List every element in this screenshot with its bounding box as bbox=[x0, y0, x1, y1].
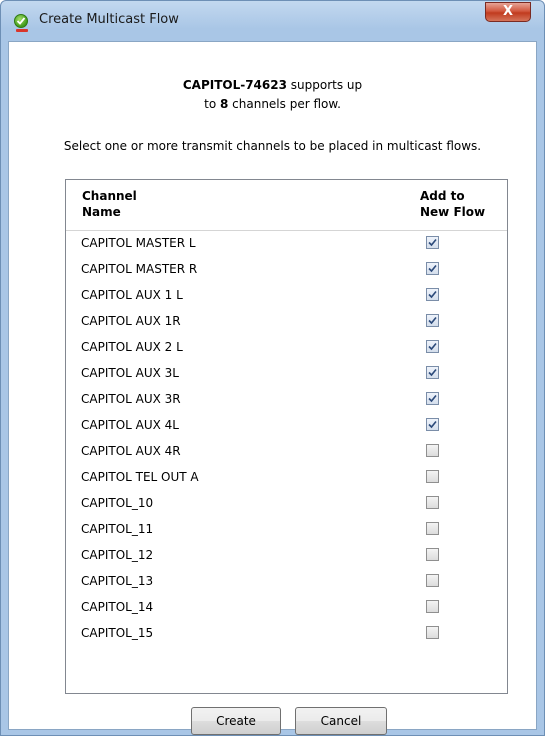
channel-name: CAPITOL AUX 4R bbox=[81, 444, 181, 458]
table-row[interactable]: CAPITOL MASTER R bbox=[66, 257, 507, 283]
table-row[interactable]: CAPITOL AUX 3L bbox=[66, 361, 507, 387]
add-to-flow-checkbox[interactable] bbox=[426, 600, 439, 613]
header-line: Channel bbox=[82, 189, 137, 203]
window-title: Create Multicast Flow bbox=[39, 12, 179, 27]
channel-name: CAPITOL MASTER L bbox=[81, 236, 196, 250]
channel-name: CAPITOL AUX 2 L bbox=[81, 340, 183, 354]
header-line: Add to bbox=[420, 189, 465, 203]
add-to-flow-checkbox[interactable] bbox=[426, 470, 439, 483]
add-to-flow-checkbox[interactable] bbox=[426, 574, 439, 587]
add-to-flow-checkbox[interactable] bbox=[426, 236, 439, 249]
checkmark-icon bbox=[428, 264, 437, 273]
table-header: Channel Name Add to New Flow bbox=[66, 180, 507, 231]
cancel-button[interactable]: Cancel bbox=[295, 707, 387, 735]
message-text-2-suffix: channels per flow. bbox=[228, 97, 341, 111]
table-row[interactable]: CAPITOL_12 bbox=[66, 543, 507, 569]
channel-limit-message: to 8 channels per flow. bbox=[9, 97, 536, 111]
table-row[interactable]: CAPITOL_14 bbox=[66, 595, 507, 621]
checkmark-icon bbox=[428, 420, 437, 429]
close-button[interactable]: X bbox=[485, 2, 531, 22]
table-row[interactable]: CAPITOL AUX 4R bbox=[66, 439, 507, 465]
message-text-2-prefix: to bbox=[204, 97, 220, 111]
header-line: New Flow bbox=[420, 205, 486, 219]
column-header-add-to-new-flow[interactable]: Add to New Flow bbox=[420, 188, 500, 220]
title-bar[interactable]: Create Multicast Flow X bbox=[1, 1, 544, 41]
add-to-flow-checkbox[interactable] bbox=[426, 522, 439, 535]
table-row[interactable]: CAPITOL MASTER L bbox=[66, 231, 507, 257]
table-row[interactable]: CAPITOL AUX 3R bbox=[66, 387, 507, 413]
channel-name: CAPITOL_11 bbox=[81, 522, 154, 536]
add-to-flow-checkbox[interactable] bbox=[426, 262, 439, 275]
channel-name: CAPITOL AUX 3L bbox=[81, 366, 179, 380]
add-to-flow-checkbox[interactable] bbox=[426, 366, 439, 379]
add-to-flow-checkbox[interactable] bbox=[426, 626, 439, 639]
channel-name: CAPITOL TEL OUT A bbox=[81, 470, 199, 484]
add-to-flow-checkbox[interactable] bbox=[426, 496, 439, 509]
channel-name: CAPITOL_15 bbox=[81, 626, 154, 640]
checkmark-icon bbox=[428, 342, 437, 351]
channel-name: CAPITOL AUX 4L bbox=[81, 418, 179, 432]
add-to-flow-checkbox[interactable] bbox=[426, 418, 439, 431]
channel-table: Channel Name Add to New Flow CAPITOL MAS… bbox=[65, 179, 508, 694]
table-row[interactable]: CAPITOL_11 bbox=[66, 517, 507, 543]
channel-name: CAPITOL_14 bbox=[81, 600, 154, 614]
channel-name: CAPITOL AUX 3R bbox=[81, 392, 181, 406]
table-row[interactable]: CAPITOL AUX 1 L bbox=[66, 283, 507, 309]
header-line: Name bbox=[82, 205, 121, 219]
message-text-1: supports up bbox=[286, 78, 363, 92]
dialog-window: Create Multicast Flow X CAPITOL-74623 su… bbox=[0, 0, 545, 736]
channel-name: CAPITOL_13 bbox=[81, 574, 154, 588]
channel-name: CAPITOL AUX 1R bbox=[81, 314, 181, 328]
table-row[interactable]: CAPITOL_15 bbox=[66, 621, 507, 647]
channel-name: CAPITOL AUX 1 L bbox=[81, 288, 183, 302]
checkmark-icon bbox=[428, 290, 437, 299]
device-name: CAPITOL-74623 bbox=[182, 78, 287, 92]
checkmark-icon bbox=[428, 238, 437, 247]
table-row[interactable]: CAPITOL AUX 4L bbox=[66, 413, 507, 439]
instruction-text: Select one or more transmit channels to … bbox=[63, 139, 482, 153]
table-row[interactable]: CAPITOL AUX 2 L bbox=[66, 335, 507, 361]
device-capacity-message: CAPITOL-74623 supports up bbox=[9, 78, 536, 92]
add-to-flow-checkbox[interactable] bbox=[426, 392, 439, 405]
table-row[interactable]: CAPITOL_13 bbox=[66, 569, 507, 595]
add-to-flow-checkbox[interactable] bbox=[426, 444, 439, 457]
table-row[interactable]: CAPITOL TEL OUT A bbox=[66, 465, 507, 491]
add-to-flow-checkbox[interactable] bbox=[426, 340, 439, 353]
channel-name: CAPITOL_12 bbox=[81, 548, 154, 562]
checkmark-icon bbox=[428, 316, 437, 325]
add-to-flow-checkbox[interactable] bbox=[426, 314, 439, 327]
add-to-flow-checkbox[interactable] bbox=[426, 548, 439, 561]
add-to-flow-checkbox[interactable] bbox=[426, 288, 439, 301]
dialog-body: CAPITOL-74623 supports up to 8 channels … bbox=[8, 41, 537, 735]
channel-name: CAPITOL_10 bbox=[81, 496, 154, 510]
app-check-icon bbox=[14, 14, 28, 32]
checkmark-icon bbox=[428, 394, 437, 403]
create-button[interactable]: Create bbox=[191, 707, 281, 735]
column-header-channel-name[interactable]: Channel Name bbox=[82, 188, 137, 220]
channel-name: CAPITOL MASTER R bbox=[81, 262, 198, 276]
table-row[interactable]: CAPITOL AUX 1R bbox=[66, 309, 507, 335]
table-row[interactable]: CAPITOL_10 bbox=[66, 491, 507, 517]
checkmark-icon bbox=[428, 368, 437, 377]
